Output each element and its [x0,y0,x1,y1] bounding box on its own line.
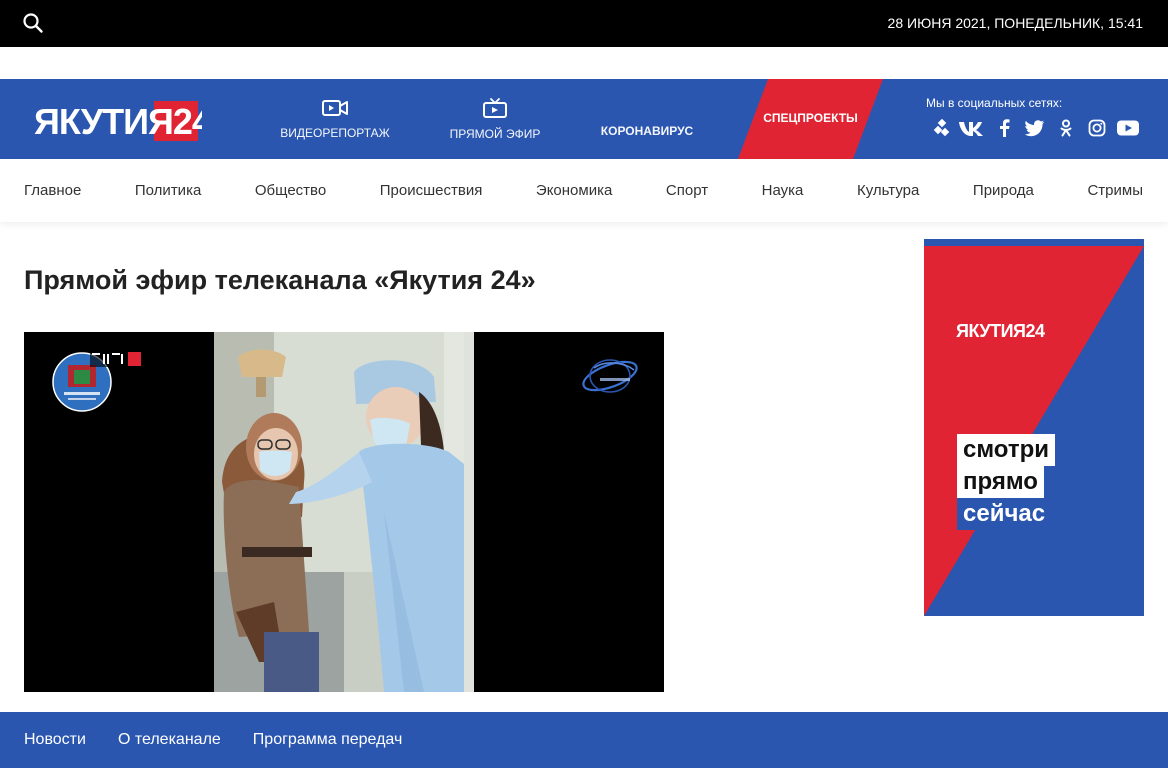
category-incidents[interactable]: Происшествия [380,182,483,199]
top-bar: 28 ИЮНЯ 2021, ПОНЕДЕЛЬНИК, 15:41 [0,0,1168,47]
search-icon[interactable] [22,12,44,34]
nav-coronavirus-label: КОРОНАВИРУС [600,124,694,138]
site-logo[interactable]: ЯКУТИЯ24 [32,95,213,145]
video-camera-icon [321,99,349,120]
category-nav: Главное Политика Общество Происшествия Э… [0,159,1168,222]
nav-video-reports[interactable]: ВИДЕОРЕПОРТАЖ [275,79,395,159]
category-science[interactable]: Наука [762,182,804,199]
banner-logo: ЯКУТИЯ24 [956,321,1045,341]
page-title: Прямой эфир телеканала «Якутия 24» [24,265,536,295]
video-frame [214,332,474,692]
category-main[interactable]: Главное [24,182,81,199]
tv-icon [482,97,508,121]
category-culture[interactable]: Культура [857,182,919,199]
category-streams[interactable]: Стримы [1087,182,1143,199]
banner-line-1: смотри [957,434,1056,466]
banner-line-2: прямо [957,466,1044,498]
broadcaster-logo-icon [582,359,638,393]
logo-text: ЯКУТИЯ24 [34,101,202,142]
site-header: ЯКУТИЯ24 ВИДЕОРЕПОРТАЖ ПРЯМОЙ ЭФИР КОРОН… [0,79,1168,159]
special-projects-button[interactable]: СПЕЦПРОЕКТЫ [738,79,883,159]
odnoklassniki-icon[interactable] [1050,118,1081,138]
telegram-icon[interactable] [926,118,957,138]
social-title: Мы в социальных сетях: [926,96,1063,110]
video-player[interactable] [24,332,664,692]
footer-link-about[interactable]: О телеканале [118,731,221,749]
vk-icon[interactable] [957,118,988,138]
twitter-icon[interactable] [1019,118,1050,138]
nav-coronavirus[interactable]: КОРОНАВИРУС [592,79,702,159]
current-datetime: 28 ИЮНЯ 2021, ПОНЕДЕЛЬНИК, 15:41 [887,15,1143,31]
nav-video-reports-label: ВИДЕОРЕПОРТАЖ [280,125,390,140]
footer-bar: Новости О телеканале Программа передач [0,712,1168,768]
special-projects-label: СПЕЦПРОЕКТЫ [763,111,858,125]
category-nature[interactable]: Природа [973,182,1034,199]
footer-link-news[interactable]: Новости [24,731,86,749]
instagram-icon[interactable] [1081,118,1112,138]
category-society[interactable]: Общество [255,182,326,199]
category-politics[interactable]: Политика [135,182,201,199]
social-links: Мы в социальных сетях: [926,96,1156,138]
nav-live-broadcast-label: ПРЯМОЙ ЭФИР [449,126,541,141]
watch-now-banner[interactable]: ЯКУТИЯ24 смотри прямо сейчас [924,239,1144,616]
footer-link-schedule[interactable]: Программа передач [253,731,403,749]
banner-line-3: сейчас [957,498,1052,530]
channel-logo-icon [52,351,141,412]
facebook-icon[interactable] [988,118,1019,138]
youtube-icon[interactable] [1112,118,1143,138]
category-economy[interactable]: Экономика [536,182,612,199]
category-sport[interactable]: Спорт [666,182,708,199]
nav-live-broadcast[interactable]: ПРЯМОЙ ЭФИР [440,79,550,159]
